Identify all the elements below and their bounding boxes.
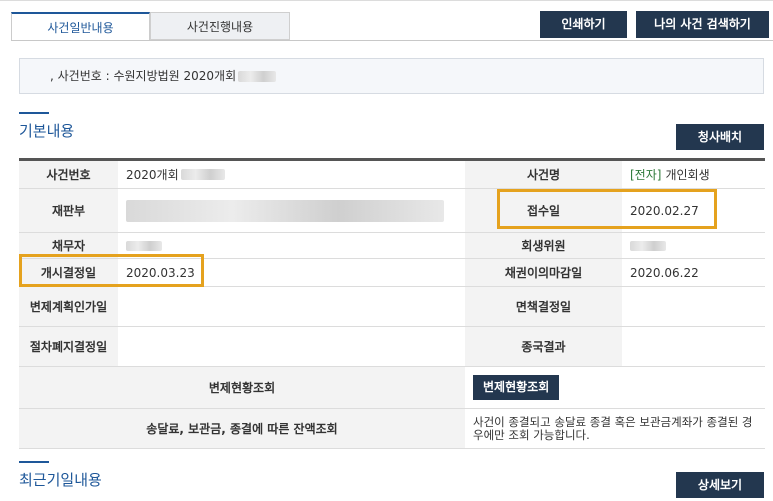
case-number-header-text: , 사건번호 : 수원지방법원 2020개회	[50, 69, 237, 83]
table-row: 송달료, 보관금, 종결에 따른 잔액조회 사건이 종결되고 송달료 종결 혹은…	[19, 409, 765, 449]
receipt-date-label: 접수일	[465, 189, 622, 232]
repayment-status-button[interactable]: 변제현황조회	[473, 375, 560, 400]
balance-inquiry-note: 사건이 종결되고 송달료 종결 혹은 보관금계좌가 종결된 경우에만 조회 가능…	[473, 414, 753, 442]
case-info-table: 사건번호 2020개회 사건명 [전자] 개인회생 재판부 접수일 2020.02…	[19, 158, 765, 449]
section-title-basic: 기본내용	[19, 122, 75, 140]
court-division-label: 재판부	[19, 189, 118, 232]
my-case-search-button[interactable]: 나의 사건 검색하기	[636, 11, 769, 38]
table-row: 변제계획인가일 면책결정일	[19, 287, 765, 327]
case-name-label: 사건명	[465, 161, 622, 188]
redacted-value	[180, 169, 225, 180]
table-row: 절차폐지결정일 종국결과	[19, 327, 765, 367]
electronic-tag: [전자]	[630, 168, 662, 182]
table-row: 사건번호 2020개회 사건명 [전자] 개인회생	[19, 161, 765, 189]
discharge-decision-label: 면책결정일	[465, 287, 622, 326]
final-result-label: 종국결과	[465, 327, 622, 366]
case-tabs: 사건일반내용 사건진행내용	[11, 12, 290, 41]
top-divider	[0, 0, 773, 1]
section-accent-bar	[19, 112, 49, 114]
tab-general[interactable]: 사건일반내용	[11, 12, 150, 41]
print-button[interactable]: 인쇄하기	[540, 11, 627, 38]
repayment-plan-approval-value	[118, 287, 465, 326]
claim-objection-deadline-value: 2020.06.22	[630, 265, 699, 280]
claim-objection-deadline-label: 채권이의마감일	[465, 259, 622, 286]
table-row: 채무자 회생위원	[19, 233, 765, 259]
redacted-case-number	[238, 71, 277, 82]
commissioner-label: 회생위원	[465, 233, 622, 258]
redacted-court-division	[126, 199, 444, 222]
balance-inquiry-label: 송달료, 보관금, 종결에 따른 잔액조회	[19, 409, 465, 448]
tab-baseline	[11, 40, 773, 41]
section-title-recent: 최근기일내용	[19, 471, 102, 489]
courthouse-layout-button[interactable]: 청사배치	[676, 124, 764, 150]
repayment-plan-approval-label: 변제계획인가일	[19, 287, 118, 326]
table-row: 재판부 접수일 2020.02.27	[19, 189, 765, 233]
start-decision-date-value: 2020.03.23	[126, 265, 195, 280]
table-row: 개시결정일 2020.03.23 채권이의마감일 2020.06.22	[19, 259, 765, 287]
tab-progress[interactable]: 사건진행내용	[150, 12, 290, 40]
case-name-value: 개인회생	[665, 168, 710, 182]
repayment-status-label: 변제현황조회	[19, 367, 465, 408]
case-number-label: 사건번호	[19, 161, 118, 188]
discharge-decision-value	[622, 287, 765, 326]
abolition-decision-value	[118, 327, 465, 366]
case-number-value: 2020개회	[126, 168, 179, 182]
redacted-debtor	[126, 240, 162, 251]
redacted-commissioner	[630, 240, 666, 251]
table-row: 변제현황조회 변제현황조회	[19, 367, 765, 409]
view-detail-button[interactable]: 상세보기	[676, 472, 764, 498]
receipt-date-value: 2020.02.27	[630, 203, 699, 218]
abolition-decision-label: 절차폐지결정일	[19, 327, 118, 366]
debtor-label: 채무자	[19, 233, 118, 258]
case-number-header: , 사건번호 : 수원지방법원 2020개회	[19, 58, 764, 94]
final-result-value	[622, 327, 765, 366]
section-accent-bar-recent	[19, 461, 49, 463]
start-decision-date-label: 개시결정일	[19, 259, 118, 286]
